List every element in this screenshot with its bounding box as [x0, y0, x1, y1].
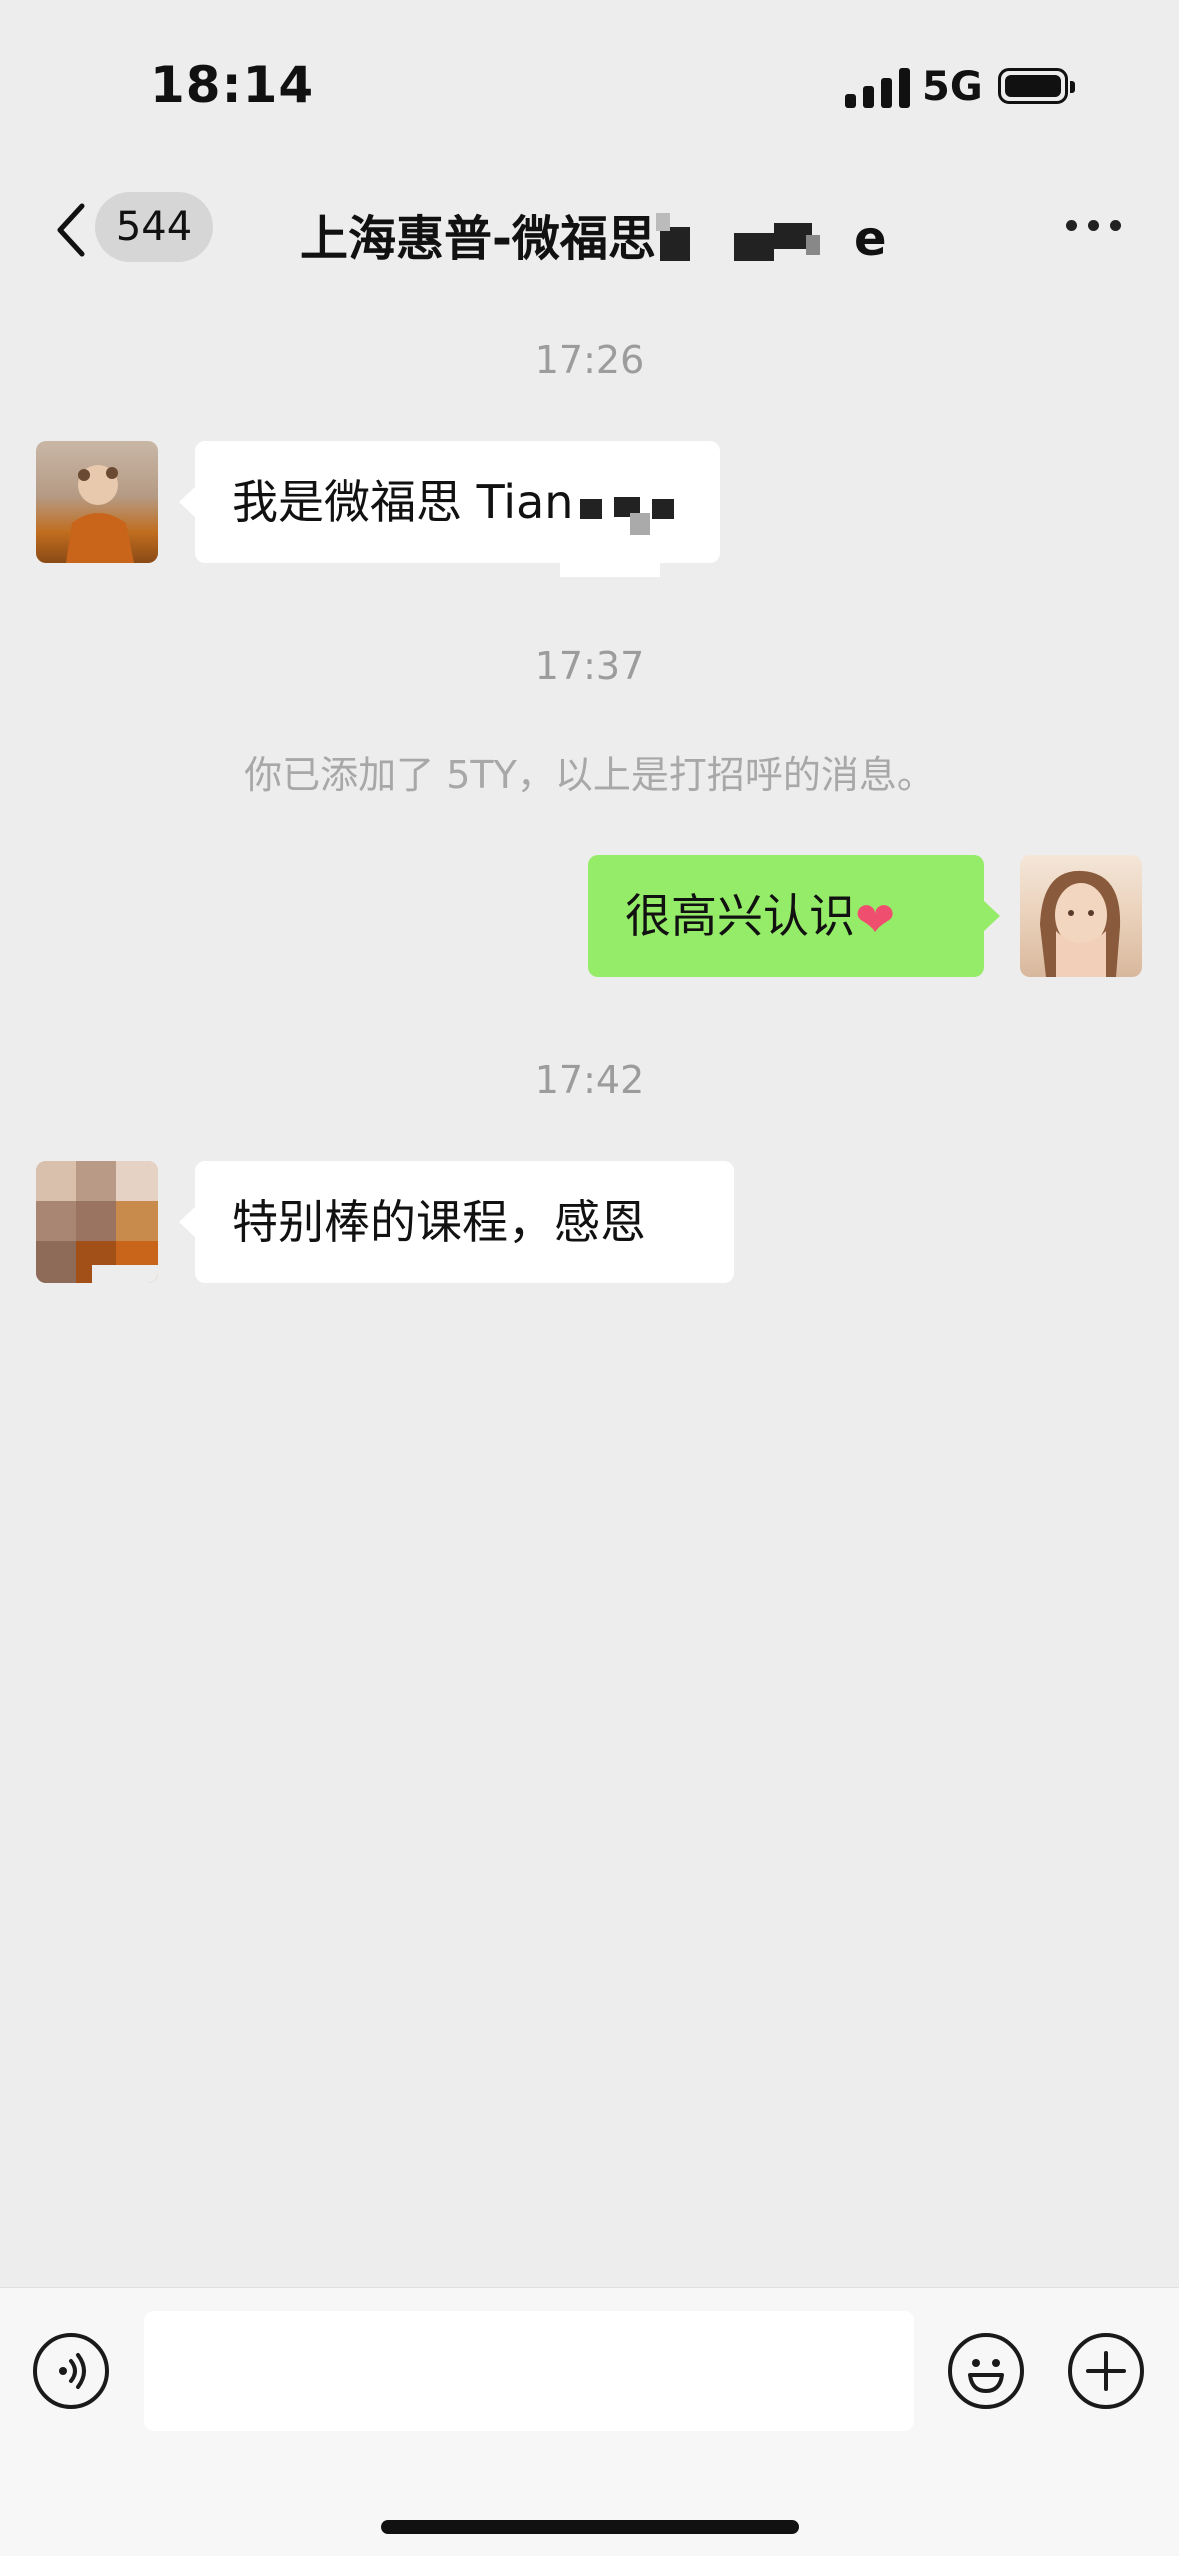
signal-icon: [845, 68, 911, 108]
timestamp: 17:42: [534, 1058, 645, 1102]
home-indicator[interactable]: [381, 2520, 799, 2534]
chat-title-text: 上海惠普-微福思: [300, 211, 656, 267]
chevron-left-icon[interactable]: [48, 200, 94, 260]
more-dots-icon[interactable]: [1066, 216, 1122, 236]
voice-icon[interactable]: [33, 2333, 109, 2409]
unread-count-badge[interactable]: 544: [95, 192, 213, 262]
chat-title: 上海惠普-微福思 e: [300, 199, 887, 269]
avatar-image: [1040, 870, 1121, 977]
emoji-icon[interactable]: [948, 2333, 1024, 2409]
message-text: 特别棒的课程，感恩: [232, 1195, 646, 1249]
timestamp: 17:37: [534, 644, 645, 688]
message-text: 我是微福思 Tian: [232, 475, 574, 529]
heart-emoji-icon: ❤: [855, 891, 896, 948]
chat-title-suffix: e: [853, 211, 887, 267]
avatar-image: [36, 1161, 158, 1283]
input-bar: [0, 2287, 1179, 2556]
avatar-image: [66, 465, 134, 563]
battery-icon: [998, 68, 1075, 104]
redacted-mosaic: [560, 497, 690, 577]
message-text: 很高兴认识: [625, 889, 855, 943]
incoming-message-bubble[interactable]: 我是微福思 Tian: [179, 441, 720, 577]
status-time: 18:14: [150, 56, 315, 114]
system-message: 你已添加了 5TY，以上是打招呼的消息。: [244, 753, 935, 797]
status-bar: 18:14 5G: [0, 0, 1179, 170]
my-avatar[interactable]: [1020, 855, 1142, 977]
plus-icon[interactable]: [1068, 2333, 1144, 2409]
message-input[interactable]: [144, 2311, 914, 2431]
timestamp: 17:26: [534, 338, 645, 382]
redacted-mosaic: [655, 213, 854, 261]
contact-avatar[interactable]: [36, 1161, 158, 1283]
network-type: 5G: [922, 64, 983, 110]
incoming-message-bubble[interactable]: 特别棒的课程，感恩: [179, 1161, 734, 1283]
chat-screen: 18:14 5G 544 上海惠普-微福思 e 17:26 我是微福思 Tian: [0, 0, 1179, 2556]
contact-avatar[interactable]: [36, 441, 158, 563]
outgoing-message-bubble[interactable]: 很高兴认识❤: [588, 855, 1000, 977]
